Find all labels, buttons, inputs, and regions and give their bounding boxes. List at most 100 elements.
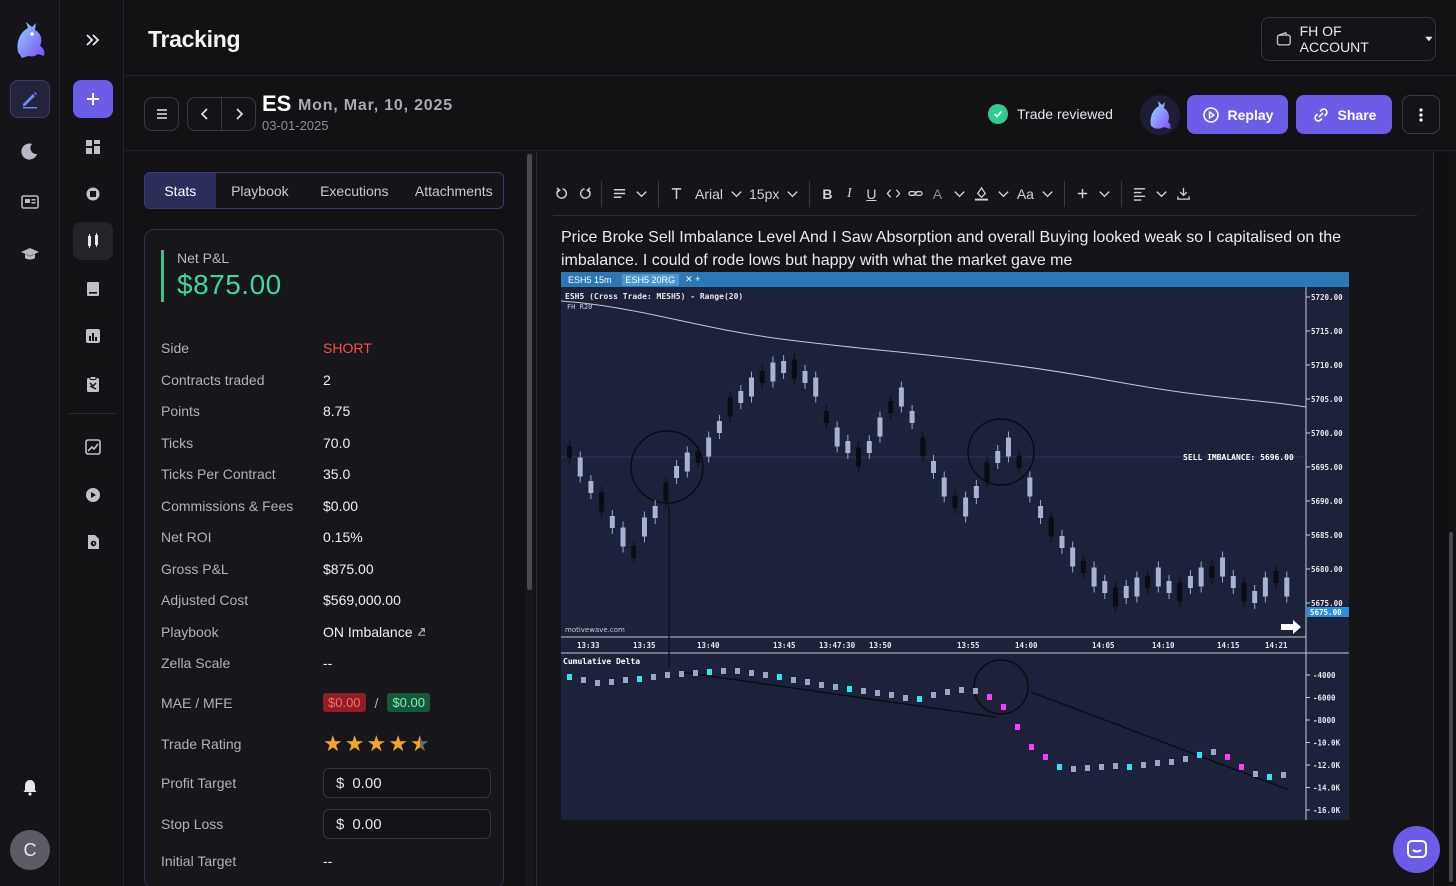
star-icon[interactable]: ★ xyxy=(388,733,408,755)
link-icon[interactable] xyxy=(906,179,924,209)
price-candle xyxy=(567,446,572,458)
trade-rating-stars[interactable]: ★ ★ ★ ★ ★ xyxy=(323,733,430,755)
secondary-sidebar xyxy=(61,0,124,886)
text-type-icon[interactable] xyxy=(667,179,685,209)
nav-journal-icon[interactable] xyxy=(10,80,50,118)
chevron-down-icon[interactable] xyxy=(783,179,801,209)
delta-candle xyxy=(651,674,656,680)
download-icon[interactable] xyxy=(1174,179,1192,209)
scrollbar-thumb[interactable] xyxy=(527,154,532,590)
nav-learn-icon[interactable] xyxy=(10,235,50,273)
insert-plus-icon[interactable] xyxy=(1073,179,1091,209)
font-family-select[interactable]: Arial xyxy=(695,179,723,209)
tab-stats[interactable]: Stats xyxy=(145,173,216,208)
stat-value: SHORT xyxy=(323,340,372,356)
add-trade-button[interactable] xyxy=(73,80,113,118)
nav-news-icon[interactable] xyxy=(10,183,50,221)
nav-dashboard-icon[interactable] xyxy=(73,128,113,166)
replay-button[interactable]: Replay xyxy=(1187,95,1288,134)
nav-trades-icon[interactable] xyxy=(73,222,113,260)
align-left-icon[interactable] xyxy=(1130,179,1148,209)
undo-icon[interactable] xyxy=(553,179,571,209)
half-star-icon[interactable]: ★ xyxy=(410,733,430,755)
price-candle xyxy=(738,391,744,403)
trader-avatar[interactable] xyxy=(1140,95,1180,135)
tab-executions[interactable]: Executions xyxy=(304,173,404,208)
account-selector[interactable]: FH OF ACCOUNT xyxy=(1261,17,1436,61)
price-candle xyxy=(599,492,605,512)
nav-daily-journal-icon[interactable] xyxy=(73,175,113,213)
user-avatar[interactable]: C xyxy=(10,830,50,870)
share-button[interactable]: Share xyxy=(1296,95,1392,134)
tab-attachments[interactable]: Attachments xyxy=(405,173,503,208)
paragraph-format-icon[interactable] xyxy=(610,179,628,209)
highlight-color-icon[interactable] xyxy=(972,179,990,209)
italic-icon[interactable]: I xyxy=(840,179,858,209)
delta-candle xyxy=(959,687,964,693)
chevron-down-icon[interactable] xyxy=(950,179,968,209)
trade-reviewed-toggle[interactable]: Trade reviewed xyxy=(988,104,1113,124)
stop-loss-value: 0.00 xyxy=(352,815,382,833)
chevron-down-icon[interactable] xyxy=(994,179,1012,209)
profit-target-input[interactable]: $ 0.00 xyxy=(323,768,491,798)
support-chat-button[interactable] xyxy=(1393,826,1440,873)
tab-playbook[interactable]: Playbook xyxy=(216,173,305,208)
chevron-down-icon[interactable] xyxy=(1095,179,1113,209)
chevron-down-icon[interactable] xyxy=(727,179,745,209)
next-trade-button[interactable] xyxy=(221,97,256,131)
delta-candle xyxy=(1099,764,1104,770)
expand-sidebar-icon[interactable] xyxy=(73,21,113,59)
price-candle xyxy=(1080,561,1086,573)
nav-backtest-icon[interactable] xyxy=(73,523,113,561)
price-candle xyxy=(1155,567,1161,587)
price-candle xyxy=(877,417,883,437)
chart-image-close-mark: ✕ + xyxy=(685,274,701,284)
code-icon[interactable] xyxy=(884,179,902,209)
stop-loss-input[interactable]: $ 0.00 xyxy=(323,809,491,839)
text-color-icon[interactable]: A xyxy=(928,179,946,209)
star-icon[interactable]: ★ xyxy=(323,733,343,755)
font-size-select[interactable]: 15px xyxy=(749,179,779,209)
stat-row-gross-pnl: Gross P&L $875.00 xyxy=(161,561,491,577)
price-candle xyxy=(898,387,904,407)
previous-trade-button[interactable] xyxy=(187,97,222,131)
delta-tick-label: -10.0K xyxy=(1313,739,1341,748)
star-icon[interactable]: ★ xyxy=(345,733,365,755)
redo-icon[interactable] xyxy=(575,179,593,209)
playbook-link[interactable]: ON Imbalance xyxy=(323,624,427,640)
star-icon[interactable]: ★ xyxy=(366,733,386,755)
note-text[interactable]: Price Broke Sell Imbalance Level And I S… xyxy=(561,226,1381,272)
nav-notebook-icon[interactable] xyxy=(73,270,113,308)
trade-header: ES Mon, Mar, 10, 2025 03-01-2025 Trade r… xyxy=(125,77,1456,151)
panel-scrollbar[interactable] xyxy=(525,152,535,886)
delta-candle xyxy=(1267,774,1272,780)
bold-icon[interactable]: B xyxy=(818,179,836,209)
toolbar-separator xyxy=(601,180,602,207)
menu-toggle-button[interactable] xyxy=(144,97,179,131)
chevron-down-icon[interactable] xyxy=(1038,179,1056,209)
underline-icon[interactable]: U xyxy=(862,179,880,209)
delta-candle xyxy=(819,682,824,688)
nav-playbook-icon[interactable] xyxy=(73,365,113,403)
stat-row-profit-target: Profit Target $ 0.00 xyxy=(161,768,491,798)
price-candle xyxy=(577,457,583,477)
nav-replay-icon[interactable] xyxy=(73,476,113,514)
delta-candle xyxy=(791,677,796,683)
chevron-down-icon[interactable] xyxy=(1152,179,1170,209)
stat-row-mae-mfe: MAE / MFE $0.00 / $0.00 xyxy=(161,693,491,712)
editor-scrollbar[interactable] xyxy=(1446,152,1456,886)
delta-candle xyxy=(1057,764,1062,770)
nav-progress-icon[interactable] xyxy=(73,428,113,466)
text-case-select[interactable]: Aa xyxy=(1016,179,1034,209)
price-tick-label: 5700.00 xyxy=(1311,429,1343,438)
price-tick-label: 5705.00 xyxy=(1311,395,1343,404)
price-candle xyxy=(1273,571,1279,583)
scrollbar-thumb[interactable] xyxy=(1449,532,1453,882)
nav-moon-icon[interactable] xyxy=(10,132,50,170)
chevron-down-icon[interactable] xyxy=(632,179,650,209)
more-options-button[interactable] xyxy=(1402,95,1440,134)
price-candle xyxy=(1123,586,1129,598)
brand-logo-icon[interactable] xyxy=(10,18,50,62)
nav-reports-icon[interactable] xyxy=(73,317,113,355)
notifications-bell-icon[interactable] xyxy=(10,768,50,806)
